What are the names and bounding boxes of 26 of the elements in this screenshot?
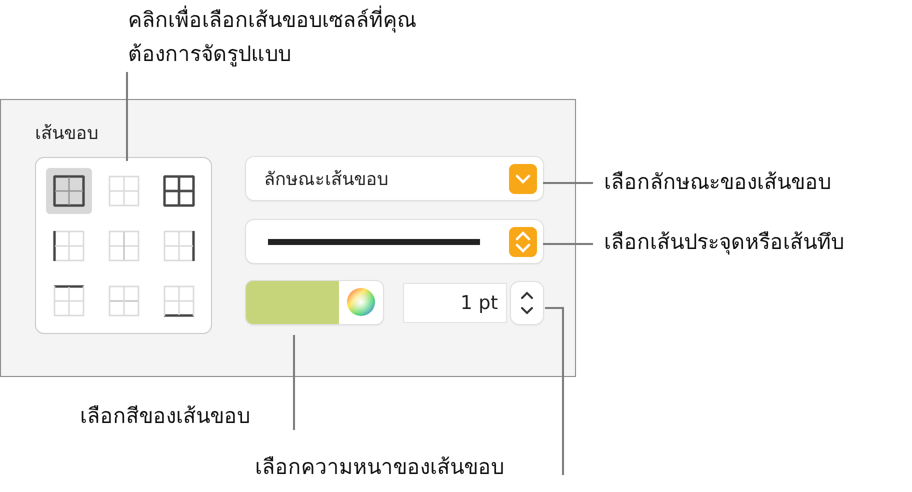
up-down-arrows-icon <box>509 226 537 256</box>
border-grid-icon <box>53 175 85 207</box>
border-style-popup[interactable]: ลักษณะเส้นขอบ <box>246 157 543 200</box>
border-grid-icon <box>163 230 195 262</box>
leader-line <box>543 182 593 184</box>
border-grid-icon <box>163 175 195 207</box>
border-grid-icon <box>108 175 140 207</box>
stepper[interactable] <box>511 282 543 324</box>
border-grid-icon <box>108 230 140 262</box>
leader-line <box>543 243 593 245</box>
callout-text: คลิกเพื่อเลือกเส้นขอบเซลล์ที่คุณต้องการจัดรูปแบบ <box>128 4 473 72</box>
callout-text: เลือกเส้นประจุดหรือเส้นทึบ <box>604 229 844 257</box>
border-grid-icon <box>53 285 85 317</box>
border-grid-icon <box>108 285 140 317</box>
color-well[interactable] <box>246 281 383 324</box>
line-style-popup[interactable] <box>246 220 543 263</box>
border-grid-icon <box>163 285 195 317</box>
border-option[interactable] <box>46 168 92 214</box>
callout-text: เลือกสีของเส้นขอบ <box>80 403 250 430</box>
callout-text: เลือกความหนาของเส้นขอบ <box>255 454 504 481</box>
border-grid-icon <box>53 230 85 262</box>
chevron-icon <box>509 164 537 194</box>
width-field[interactable]: 1 pt <box>403 282 507 322</box>
section-title: เส้นขอบ <box>35 122 98 146</box>
callout-text: เลือกลักษณะของเส้นขอบ <box>604 169 831 196</box>
color-wheel-icon <box>346 287 376 317</box>
